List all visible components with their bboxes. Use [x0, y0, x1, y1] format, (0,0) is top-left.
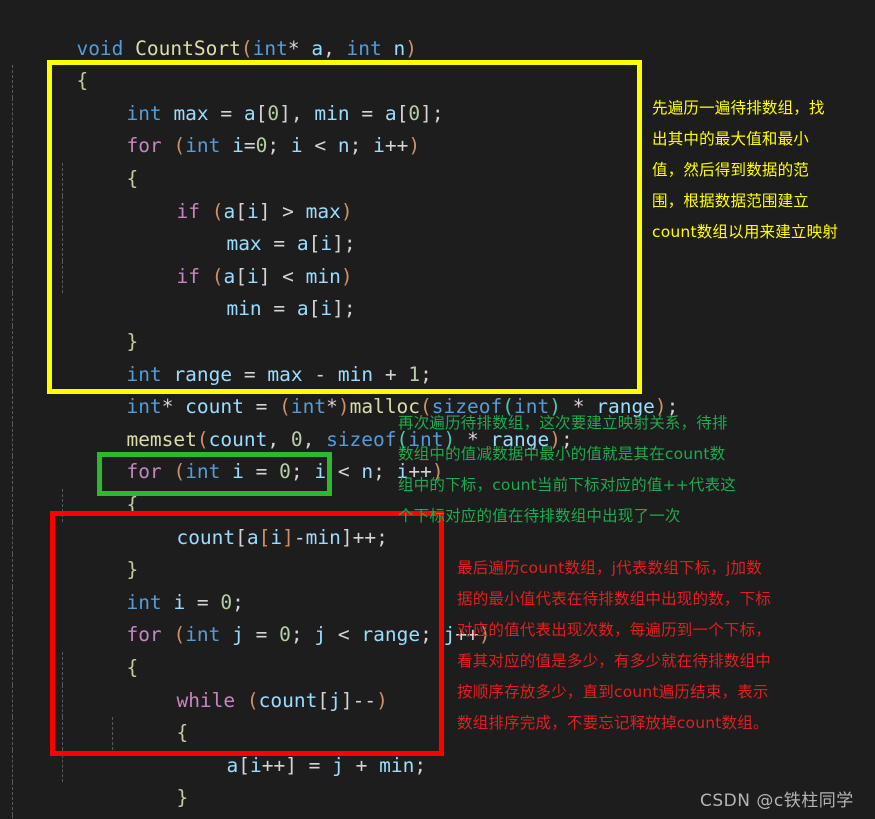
- code-line: int* count = (int*)malloc(sizeof(int) * …: [0, 358, 678, 418]
- code-line: }: [0, 521, 138, 581]
- annotation-yellow: 先遍历一遍待排数组，找 出其中的最大值和最小 值，然后得到数据的范 围，根据数据…: [652, 99, 839, 241]
- annotation-red: 最后遍历count数组，j代表数组下标，j加数 据的最小值代表在待排数组中出现的…: [457, 559, 772, 732]
- code-line: count[a[i]-min]++;: [0, 489, 388, 549]
- code-line: {: [76, 69, 89, 93]
- screenshot-root: void CountSort(int* a, int n) { int max …: [0, 0, 875, 819]
- code-line: }: [0, 293, 138, 353]
- code-line: {: [0, 130, 138, 190]
- code-line: while (count[j]--): [0, 652, 388, 712]
- code-line: int max = a[0], min = a[0];: [0, 65, 444, 125]
- code-line: max = a[i];: [0, 195, 356, 255]
- code-line: {: [0, 684, 188, 744]
- code-line: void CountSort(int* a, int n): [76, 36, 418, 60]
- code-line: }: [0, 749, 188, 809]
- annotation-green: 再次遍历待排数组，这次要建立映射关系，待排 数组中的值减数据中最小的值就是其在c…: [398, 414, 737, 525]
- code-line: min = a[i];: [0, 260, 356, 320]
- code-line: {: [0, 456, 138, 516]
- code-line: int range = max - min + 1;: [0, 326, 432, 386]
- code-line: }: [0, 782, 138, 819]
- code-line: free(count);: [0, 815, 267, 819]
- code-line: if (a[i] > max): [0, 163, 353, 223]
- code-line: a[i++] = j + min;: [0, 717, 426, 777]
- code-line: for (int i = 0; i < n; i++): [0, 423, 444, 483]
- code-line: {: [0, 619, 138, 679]
- code-line: for (int i=0; i < n; i++): [0, 97, 420, 157]
- code-line: if (a[i] < min): [0, 228, 353, 288]
- csdn-watermark: CSDN @c铁柱同学: [700, 791, 854, 811]
- code-line: int i = 0;: [0, 554, 244, 614]
- code-line: for (int j = 0; j < range; j++): [0, 586, 491, 646]
